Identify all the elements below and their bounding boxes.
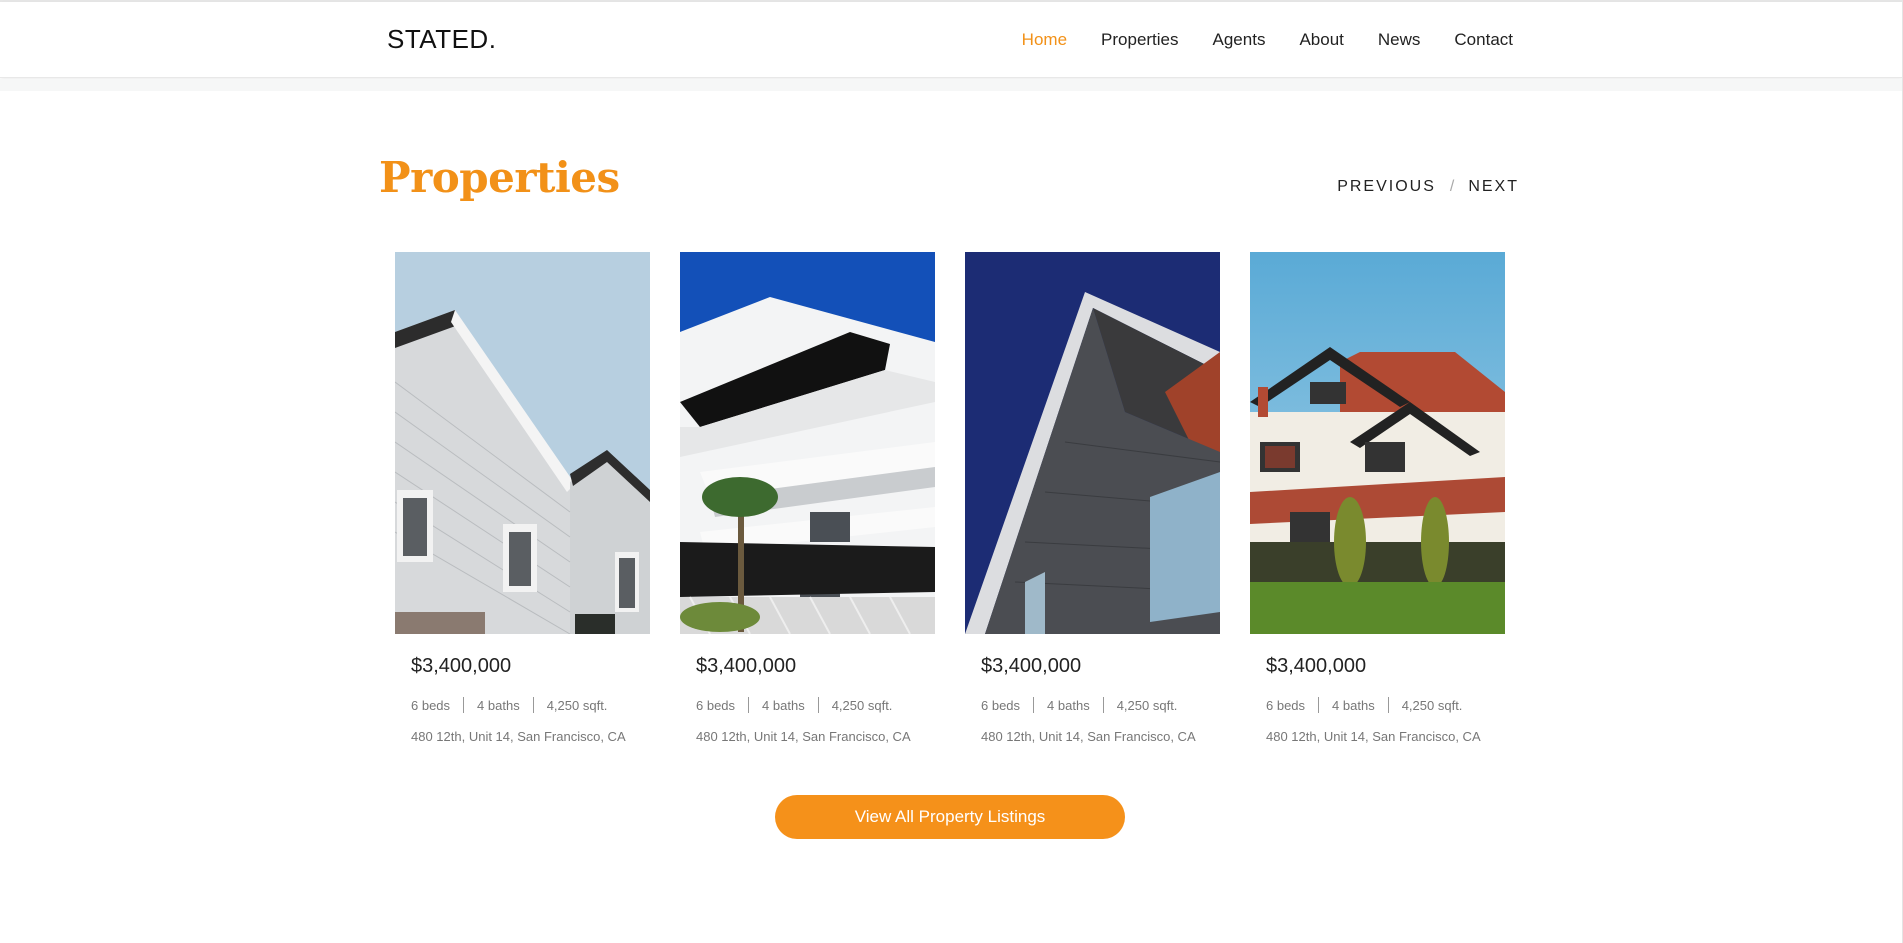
area-size: 4,250 sqft. — [1401, 697, 1463, 713]
baths-count: 4 baths — [1047, 697, 1090, 713]
spec-divider — [1102, 697, 1104, 713]
beds-count: 6 beds — [696, 697, 736, 713]
header-shadow-band — [0, 79, 1903, 91]
site-logo[interactable]: STATED. — [387, 24, 496, 55]
spec-divider — [817, 697, 819, 713]
nav-news[interactable]: News — [1378, 30, 1421, 50]
previous-button[interactable]: PREVIOUS — [1337, 178, 1436, 196]
property-specs: 6 beds 4 baths 4,250 sqft. — [1266, 697, 1505, 713]
baths-count: 4 baths — [477, 697, 520, 713]
property-card[interactable]: $3,400,000 6 beds 4 baths 4,250 sqft. 48… — [680, 252, 935, 744]
nav-about[interactable]: About — [1299, 30, 1343, 50]
property-address: 480 12th, Unit 14, San Francisco, CA — [411, 729, 626, 744]
property-specs: 6 beds 4 baths 4,250 sqft. — [411, 697, 650, 713]
next-button[interactable]: NEXT — [1468, 178, 1519, 196]
property-price: $3,400,000 — [981, 655, 1082, 677]
pager-separator: / — [1449, 178, 1455, 195]
property-price: $3,400,000 — [696, 655, 797, 677]
spec-divider — [1387, 697, 1389, 713]
property-card[interactable]: $3,400,000 6 beds 4 baths 4,250 sqft. 48… — [395, 252, 650, 744]
property-photo-tudor-house[interactable] — [1250, 252, 1505, 634]
main-nav: Home Properties Agents About News Contac… — [1022, 30, 1513, 50]
baths-count: 4 baths — [1332, 697, 1375, 713]
nav-home[interactable]: Home — [1022, 30, 1067, 50]
property-card[interactable]: $3,400,000 6 beds 4 baths 4,250 sqft. 48… — [1250, 252, 1505, 744]
nav-properties[interactable]: Properties — [1101, 30, 1178, 50]
property-specs: 6 beds 4 baths 4,250 sqft. — [981, 697, 1220, 713]
view-all-listings-button[interactable]: View All Property Listings — [775, 795, 1125, 839]
beds-count: 6 beds — [981, 697, 1021, 713]
area-size: 4,250 sqft. — [546, 697, 608, 713]
baths-count: 4 baths — [762, 697, 805, 713]
spec-divider — [1318, 697, 1320, 713]
area-size: 4,250 sqft. — [1116, 697, 1178, 713]
spec-divider — [1033, 697, 1035, 713]
section-title: Properties — [379, 153, 620, 202]
area-size: 4,250 sqft. — [831, 697, 893, 713]
property-price: $3,400,000 — [1266, 655, 1367, 677]
spec-divider — [748, 697, 750, 713]
beds-count: 6 beds — [411, 697, 451, 713]
property-address: 480 12th, Unit 14, San Francisco, CA — [696, 729, 911, 744]
property-photo-white-houses[interactable] — [395, 252, 650, 634]
property-photo-modern-apartment[interactable] — [680, 252, 935, 634]
property-address: 480 12th, Unit 14, San Francisco, CA — [981, 729, 1196, 744]
property-price: $3,400,000 — [411, 655, 512, 677]
carousel-pager: PREVIOUS / NEXT — [1337, 178, 1519, 196]
beds-count: 6 beds — [1266, 697, 1306, 713]
property-address: 480 12th, Unit 14, San Francisco, CA — [1266, 729, 1481, 744]
property-specs: 6 beds 4 baths 4,250 sqft. — [696, 697, 935, 713]
header-bar: STATED. Home Properties Agents About New… — [0, 2, 1903, 78]
nav-agents[interactable]: Agents — [1213, 30, 1266, 50]
nav-contact[interactable]: Contact — [1454, 30, 1513, 50]
spec-divider — [532, 697, 534, 713]
property-card[interactable]: $3,400,000 6 beds 4 baths 4,250 sqft. 48… — [965, 252, 1220, 744]
spec-divider — [463, 697, 465, 713]
property-photo-dark-building[interactable] — [965, 252, 1220, 634]
